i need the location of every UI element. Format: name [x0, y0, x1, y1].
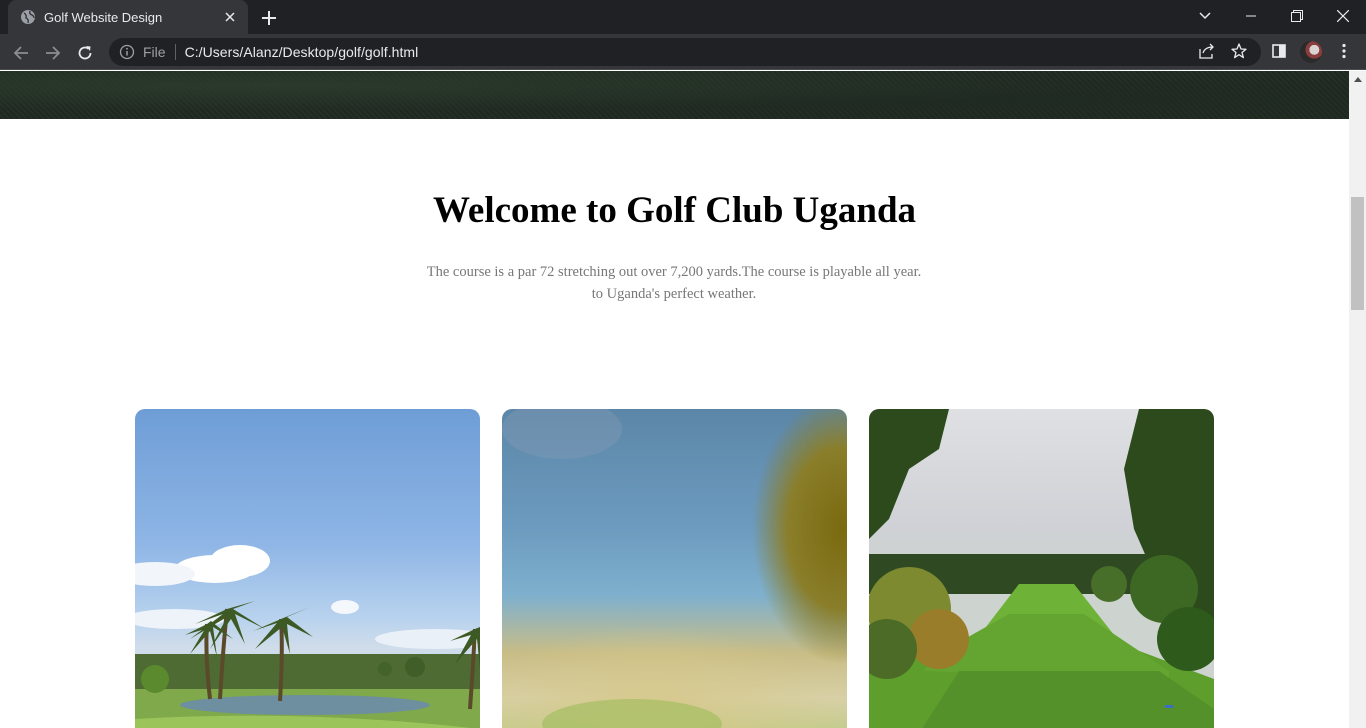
browser-toolbar: File C:/Users/Alanz/Desktop/golf/golf.ht…: [0, 34, 1366, 70]
close-tab-icon[interactable]: [222, 9, 238, 25]
fairway-image: [869, 409, 1214, 728]
new-tab-button[interactable]: [258, 7, 280, 29]
back-icon[interactable]: [8, 40, 34, 66]
share-icon[interactable]: [1196, 40, 1218, 62]
scroll-up-arrow-icon[interactable]: [1349, 71, 1366, 88]
close-window-button[interactable]: [1320, 0, 1366, 32]
page-scrollbar[interactable]: [1349, 71, 1366, 728]
gallery-card-palms: [135, 409, 480, 728]
bookmark-star-icon[interactable]: [1228, 40, 1250, 62]
url-text[interactable]: C:/Users/Alanz/Desktop/golf/golf.html: [185, 44, 419, 60]
hero-image-bottom: [0, 71, 1349, 119]
browser-tab[interactable]: Golf Website Design: [8, 0, 248, 34]
globe-icon: [20, 9, 36, 25]
palm-course-image: [135, 545, 480, 728]
profile-avatar[interactable]: [1300, 41, 1322, 63]
welcome-text-line-2: to Uganda's perfect weather.: [591, 286, 757, 302]
url-scheme-label: File: [143, 44, 166, 60]
tab-search-icon[interactable]: [1182, 0, 1228, 32]
tab-strip: Golf Website Design: [0, 0, 1366, 34]
welcome-text-line-1: The course is a par 72 stretching out ov…: [426, 264, 922, 280]
forward-icon[interactable]: [40, 40, 66, 66]
address-bar[interactable]: File C:/Users/Alanz/Desktop/golf/golf.ht…: [109, 38, 1261, 66]
tab-title: Golf Website Design: [44, 9, 163, 25]
reload-icon[interactable]: [72, 40, 98, 66]
gallery-card-blurred: [502, 409, 847, 728]
url-divider: [174, 44, 176, 60]
info-icon[interactable]: [119, 44, 135, 60]
scrollbar-thumb[interactable]: [1351, 197, 1364, 310]
page-viewport: Welcome to Golf Club Uganda The course i…: [0, 71, 1349, 728]
restore-button[interactable]: [1274, 0, 1320, 32]
side-panel-icon[interactable]: [1268, 40, 1290, 62]
welcome-title: Welcome to Golf Club Uganda: [432, 190, 917, 231]
welcome-description: The course is a par 72 stretching out ov…: [424, 261, 924, 305]
blurred-course-image: [502, 409, 722, 728]
more-menu-icon[interactable]: [1333, 40, 1355, 62]
gallery-card-fairway: [869, 409, 1214, 728]
minimize-button[interactable]: [1228, 0, 1274, 32]
